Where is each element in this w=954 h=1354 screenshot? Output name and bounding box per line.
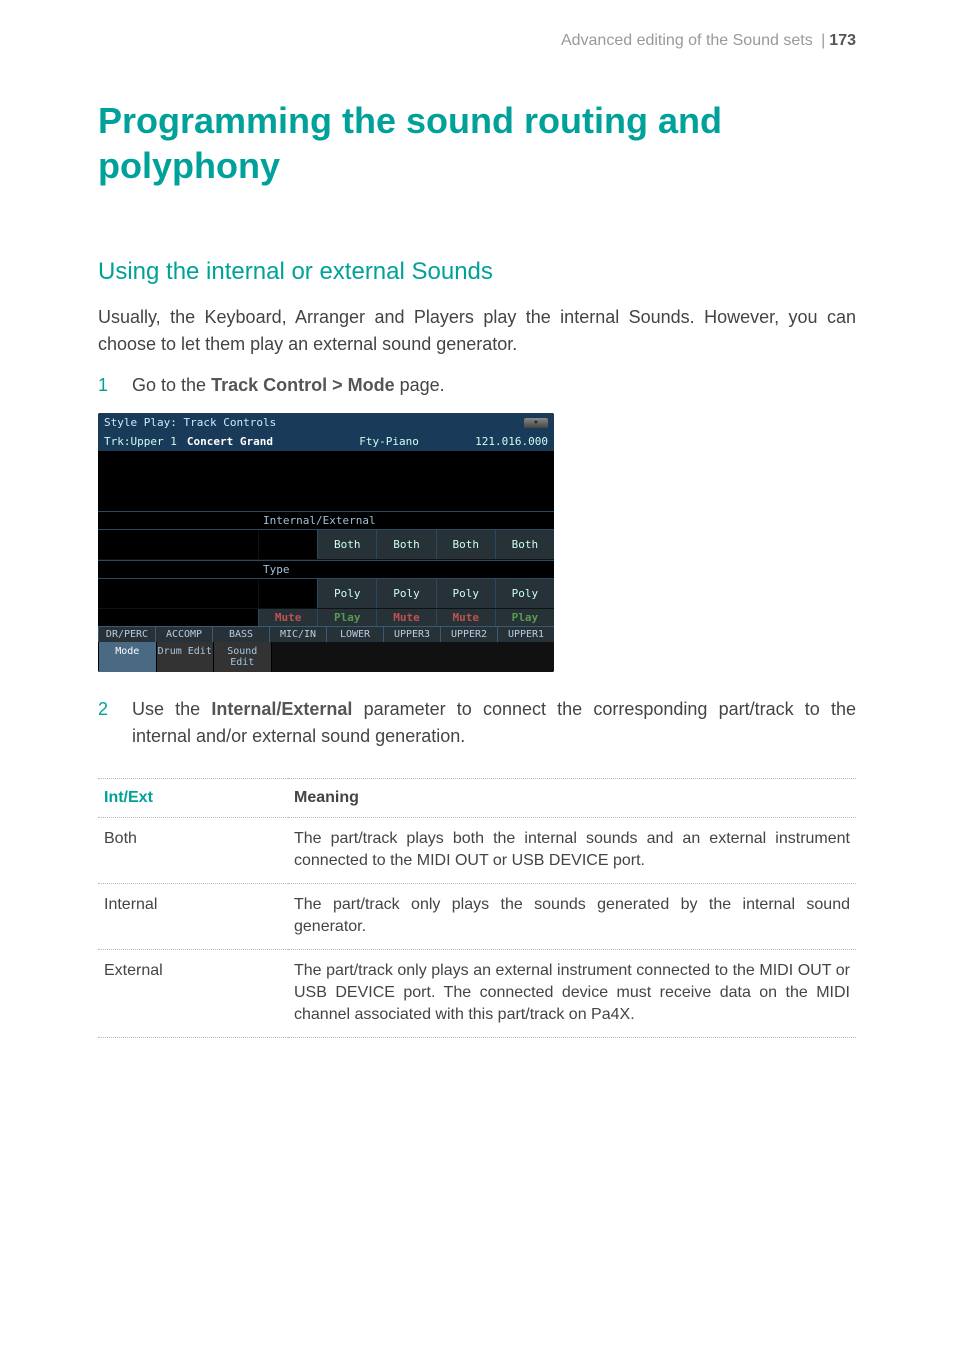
type-cell[interactable]: Poly xyxy=(376,579,435,608)
tab-drum-edit[interactable]: Drum Edit xyxy=(156,642,214,672)
page-title: Programming the sound routing and polyph… xyxy=(98,98,856,188)
col-upper1[interactable]: UPPER1 xyxy=(497,627,554,642)
col-meaning: Meaning xyxy=(288,779,856,818)
cell-key: External xyxy=(98,949,288,1037)
step-number: 1 xyxy=(98,372,132,399)
int-ext-cell[interactable]: Both xyxy=(495,530,554,559)
step-bold: Track Control > Mode xyxy=(211,375,395,395)
step-2: 2 Use the Internal/External parameter to… xyxy=(98,696,856,750)
col-lower[interactable]: LOWER xyxy=(326,627,383,642)
tab-mode[interactable]: Mode xyxy=(98,642,156,672)
col-intext: Int/Ext xyxy=(98,779,288,818)
running-header: Advanced editing of the Sound sets |173 xyxy=(98,32,856,50)
menu-icon[interactable]: ▾ xyxy=(524,418,548,428)
screenshot-titlebar: Style Play: Track Controls ▾ xyxy=(98,413,554,432)
type-row: Poly Poly Poly Poly xyxy=(98,579,554,609)
sound-name[interactable]: Concert Grand xyxy=(187,435,273,448)
step-bold: Internal/External xyxy=(211,699,352,719)
intext-table: Int/Ext Meaning Both The part/track play… xyxy=(98,778,856,1038)
running-separator: | xyxy=(821,32,825,49)
table-row: Both The part/track plays both the inter… xyxy=(98,818,856,884)
table-row: External The part/track only plays an ex… xyxy=(98,949,856,1037)
page-number: 173 xyxy=(829,32,856,49)
int-ext-cell[interactable]: Both xyxy=(376,530,435,559)
col-bass[interactable]: BASS xyxy=(212,627,269,642)
cell-value: The part/track only plays an external in… xyxy=(288,949,856,1037)
step-text: Use the Internal/External parameter to c… xyxy=(132,696,856,750)
running-title: Advanced editing of the Sound sets xyxy=(561,32,813,49)
screenshot-subheader: Trk:Upper 1 Concert Grand Fty-Piano 121.… xyxy=(98,432,554,451)
int-ext-cell[interactable]: Both xyxy=(317,530,376,559)
cell-key: Both xyxy=(98,818,288,884)
mute-button[interactable]: Mute xyxy=(258,609,317,626)
tabs-spacer xyxy=(271,642,555,672)
track-label[interactable]: Trk:Upper 1 xyxy=(104,435,177,448)
bank-label: Fty-Piano xyxy=(303,435,475,448)
track-columns: DR/PERC ACCOMP BASS MIC/IN LOWER UPPER3 … xyxy=(98,626,554,642)
section-internal-external: Internal/External xyxy=(98,511,554,530)
sound-number: 121.016.000 xyxy=(475,435,548,448)
cell-value: The part/track plays both the internal s… xyxy=(288,818,856,884)
col-accomp[interactable]: ACCOMP xyxy=(155,627,212,642)
mute-play-row: Mute Play Mute Mute Play xyxy=(98,609,554,626)
col-upper3[interactable]: UPPER3 xyxy=(383,627,440,642)
screenshot-title: Style Play: Track Controls xyxy=(104,416,276,429)
step-number: 2 xyxy=(98,696,132,750)
int-ext-row: Both Both Both Both xyxy=(98,530,554,560)
type-cell[interactable] xyxy=(258,579,317,608)
play-button[interactable]: Play xyxy=(317,609,376,626)
cell-value: The part/track only plays the sounds gen… xyxy=(288,883,856,949)
play-button[interactable]: Play xyxy=(495,609,554,626)
step-text: Go to the Track Control > Mode page. xyxy=(132,372,856,399)
bottom-tabs: Mode Drum Edit Sound Edit xyxy=(98,642,554,672)
subsection-title: Using the internal or external Sounds xyxy=(98,258,856,286)
col-drperc[interactable]: DR/PERC xyxy=(98,627,155,642)
intro-paragraph: Usually, the Keyboard, Arranger and Play… xyxy=(98,304,856,358)
section-type: Type xyxy=(98,560,554,579)
screenshot-body-spacer xyxy=(98,451,554,511)
col-upper2[interactable]: UPPER2 xyxy=(440,627,497,642)
table-row: Internal The part/track only plays the s… xyxy=(98,883,856,949)
mute-button[interactable]: Mute xyxy=(436,609,495,626)
mute-button[interactable]: Mute xyxy=(376,609,435,626)
tab-sound-edit[interactable]: Sound Edit xyxy=(213,642,271,672)
int-ext-cell[interactable]: Both xyxy=(436,530,495,559)
step-1: 1 Go to the Track Control > Mode page. xyxy=(98,372,856,399)
device-screenshot: Style Play: Track Controls ▾ Trk:Upper 1… xyxy=(98,413,554,672)
type-cell[interactable]: Poly xyxy=(495,579,554,608)
int-ext-cell[interactable] xyxy=(258,530,317,559)
cell-key: Internal xyxy=(98,883,288,949)
col-micin[interactable]: MIC/IN xyxy=(269,627,326,642)
type-cell[interactable]: Poly xyxy=(436,579,495,608)
type-cell[interactable]: Poly xyxy=(317,579,376,608)
